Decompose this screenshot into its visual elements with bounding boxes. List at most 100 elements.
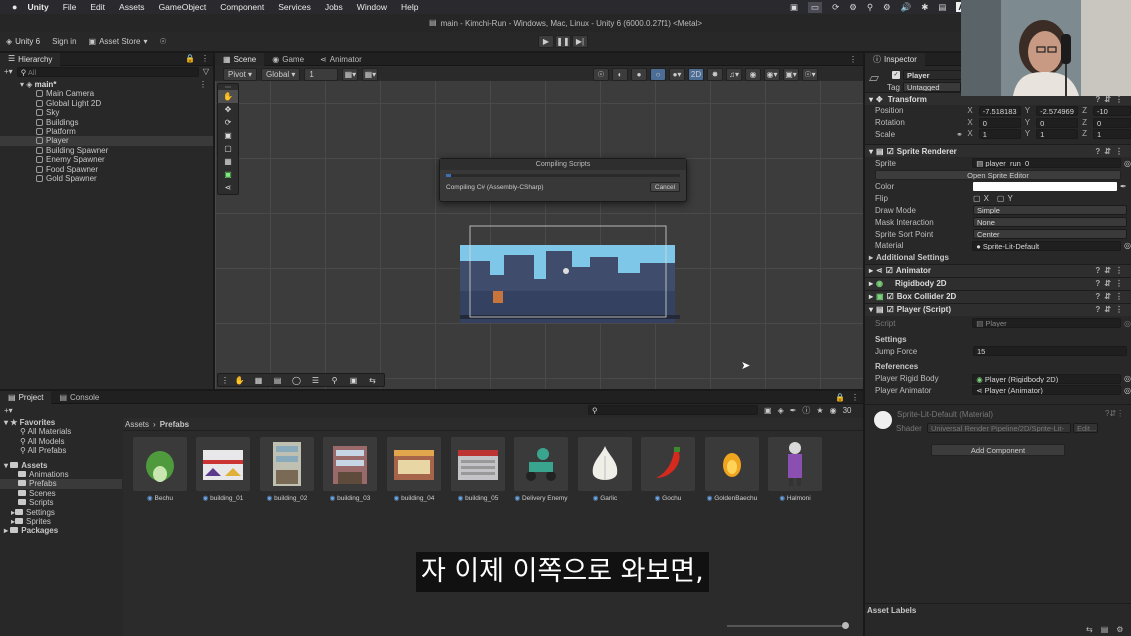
- enabled-checkbox[interactable]: ☑: [887, 292, 894, 301]
- shader-dropdown[interactable]: Universal Render Pipeline/2D/Sprite-Lit-: [927, 423, 1071, 434]
- menu-file[interactable]: File: [63, 2, 77, 12]
- slider-handle[interactable]: [842, 622, 849, 629]
- menu-services[interactable]: Services: [278, 2, 311, 12]
- expand-arrow-icon[interactable]: ▾: [20, 80, 24, 89]
- kebab-menu-icon[interactable]: ⋮: [849, 55, 857, 64]
- scale-x-input[interactable]: 1: [978, 129, 1021, 140]
- tilemap-tool-button[interactable]: ▦: [250, 374, 267, 387]
- jump-force-input[interactable]: 15: [973, 346, 1127, 357]
- menu-help[interactable]: Help: [401, 2, 418, 12]
- pivot-tool-button[interactable]: ⋖: [218, 181, 238, 194]
- object-picker-icon[interactable]: ◎: [1124, 386, 1131, 395]
- add-icon[interactable]: +▾: [4, 68, 13, 76]
- position-y-input[interactable]: -2.574969: [1036, 105, 1079, 116]
- rotation-z-input[interactable]: 0: [1093, 117, 1131, 128]
- add-component-button[interactable]: Add Component: [931, 444, 1065, 457]
- asset-item-building-03[interactable]: ◉ building_03: [323, 437, 377, 502]
- sprite-sort-point-dropdown[interactable]: Center: [973, 229, 1127, 240]
- asset-item-halmoni[interactable]: ◉ Halmoni: [768, 437, 822, 502]
- enabled-checkbox[interactable]: ☑: [886, 266, 893, 275]
- hierarchy-item-food-spawner[interactable]: Food Spawner: [0, 165, 213, 174]
- favorite-star-icon[interactable]: ★: [816, 406, 823, 415]
- favorites-folder[interactable]: ▾ ★ Favorites: [0, 418, 122, 427]
- tag-dropdown[interactable]: Untagged: [903, 82, 961, 92]
- search-tool-button[interactable]: ⚲: [326, 374, 343, 387]
- asset-item-gochu[interactable]: ◉ Gochu: [641, 437, 695, 502]
- tab-project[interactable]: ▤ Project: [0, 390, 52, 404]
- gizmos-button[interactable]: ☉▾: [802, 67, 818, 81]
- position-z-input[interactable]: -10: [1093, 105, 1131, 116]
- hierarchy-item-main-camera[interactable]: Main Camera: [0, 89, 213, 98]
- apple-icon[interactable]: ●: [12, 2, 17, 12]
- asset-item-delivery-enemy[interactable]: ◉ Delivery Enemy: [514, 437, 568, 502]
- gizmo-orientation-button[interactable]: ☉: [593, 67, 609, 81]
- project-search-input[interactable]: ⚲: [588, 405, 758, 415]
- audio-toggle-button[interactable]: ♫▾: [726, 67, 742, 81]
- step-button[interactable]: ▶|: [572, 35, 588, 48]
- object-picker-icon[interactable]: ◎: [1124, 374, 1131, 383]
- hierarchy-item-platform[interactable]: Platform: [0, 127, 213, 136]
- eyedropper-icon[interactable]: ✒: [1120, 182, 1127, 191]
- tile-palette-button[interactable]: ▤: [269, 374, 286, 387]
- expand-arrow-icon[interactable]: ▾: [869, 95, 873, 104]
- hierarchy-item-global-light-2d[interactable]: Global Light 2D: [0, 99, 213, 108]
- position-x-input[interactable]: -7.518183: [978, 105, 1021, 116]
- sprite-field[interactable]: ▤ player_run_0: [972, 158, 1122, 169]
- flip-y-checkbox[interactable]: ▢: [997, 194, 1005, 203]
- chevron-right-icon[interactable]: ▸: [869, 292, 873, 301]
- tab-inspector[interactable]: ⓘ Inspector: [865, 52, 925, 66]
- scale-tool-button[interactable]: ▣: [218, 129, 238, 142]
- rect-tool-button[interactable]: ▢: [218, 142, 238, 155]
- sprite-renderer-header[interactable]: ▾ ▤ ☑ Sprite Renderer ?⇵⋮: [865, 144, 1131, 158]
- favorite-all-materials[interactable]: ⚲ All Materials: [0, 427, 122, 436]
- folder-prefabs[interactable]: Prefabs: [0, 479, 122, 489]
- visibility-toggle-button[interactable]: ◉: [745, 67, 761, 81]
- menu-unity[interactable]: Unity: [27, 2, 48, 12]
- color-swatch[interactable]: [973, 182, 1117, 192]
- rotation-x-input[interactable]: 0: [978, 117, 1021, 128]
- menu-gameobject[interactable]: GameObject: [159, 2, 207, 12]
- volume-icon[interactable]: 🔊: [901, 2, 912, 13]
- lighting-toggle-button[interactable]: ✸: [707, 67, 723, 81]
- circle-tool-button[interactable]: ◯: [288, 374, 305, 387]
- layers-tool-button[interactable]: ☰: [307, 374, 324, 387]
- shield-icon[interactable]: ⚲: [867, 2, 873, 13]
- asset-item-building-02[interactable]: ◉ building_02: [260, 437, 314, 502]
- menu-assets[interactable]: Assets: [119, 2, 145, 12]
- type-filter-icon[interactable]: ◈: [778, 406, 784, 415]
- expand-arrow-icon[interactable]: ▾: [869, 147, 873, 156]
- shuffle-tool-button[interactable]: ⇆: [364, 374, 381, 387]
- box-collider-2d-header[interactable]: ▸ ▣ ☑ Box Collider 2D ?⇵⋮: [865, 289, 1131, 303]
- shading-shaded-button[interactable]: ●: [631, 67, 647, 81]
- hierarchy-item-player[interactable]: Player: [0, 136, 213, 146]
- sign-in-button[interactable]: Sign in: [52, 37, 76, 46]
- rotation-y-input[interactable]: 0: [1036, 117, 1079, 128]
- folder-sprites[interactable]: ▸ Sprites: [0, 517, 122, 526]
- hierarchy-item-gold-spawner[interactable]: Gold Spawner: [0, 174, 213, 183]
- shading-unlit-button[interactable]: ○: [650, 67, 666, 81]
- effects-button[interactable]: ◉▾: [764, 67, 780, 81]
- settings-icon[interactable]: ⚙: [1116, 625, 1123, 634]
- tab-hierarchy[interactable]: ☰ Hierarchy: [0, 52, 61, 66]
- breadcrumb-prefabs[interactable]: Prefabs: [160, 420, 189, 429]
- draw-mode-dropdown[interactable]: Simple: [973, 205, 1127, 216]
- folder-scripts[interactable]: Scripts: [0, 498, 122, 507]
- expand-arrow-icon[interactable]: ▾: [869, 305, 873, 314]
- info-icon[interactable]: ⓘ: [802, 405, 810, 416]
- favorite-all-prefabs[interactable]: ⚲ All Prefabs: [0, 446, 122, 455]
- component-menu-icons[interactable]: ?⇵⋮: [1095, 147, 1127, 156]
- pivot-dropdown[interactable]: Pivot ▾: [223, 67, 258, 81]
- object-picker-icon[interactable]: ◎: [1124, 159, 1131, 168]
- packages-folder[interactable]: ▸ Packages: [0, 526, 122, 535]
- component-menu-icons[interactable]: ?⇵⋮: [1095, 279, 1127, 288]
- hierarchy-item-building-spawner[interactable]: Building Spawner: [0, 146, 213, 155]
- kebab-menu-icon[interactable]: ⋮: [199, 80, 207, 89]
- display-icon[interactable]: ▭: [808, 1, 823, 13]
- grid-visibility-button[interactable]: ▦▾: [362, 67, 379, 81]
- component-menu-icons[interactable]: ?⇵⋮: [1095, 292, 1127, 301]
- thumbnail-size-slider[interactable]: [727, 622, 849, 629]
- folder-settings[interactable]: ▸ Settings: [0, 508, 122, 517]
- enabled-checkbox[interactable]: ☑: [887, 305, 894, 314]
- asset-item-garlic[interactable]: ◉ Garlic: [578, 437, 632, 502]
- additional-settings-foldout[interactable]: ▸ Additional Settings: [865, 252, 1131, 264]
